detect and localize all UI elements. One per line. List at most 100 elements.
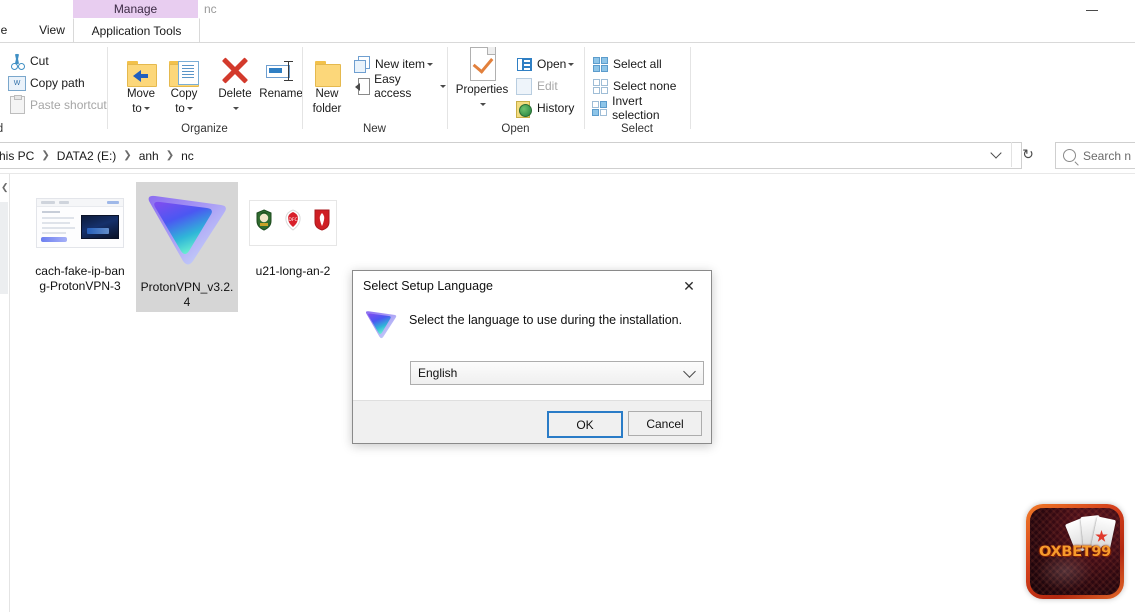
navigation-pane[interactable]: ❮	[0, 174, 10, 612]
ribbon-group-clipboard-label: d	[0, 123, 100, 135]
ribbon-group-new-label: New	[362, 123, 386, 135]
ribbon-group-organize: Move to Copy to Delete Rename Organize	[108, 43, 303, 137]
tab-application-tools-label: Application Tools	[91, 24, 182, 38]
easy-access-label: Easy access	[374, 72, 412, 100]
chevron-down-icon	[233, 107, 239, 111]
ribbon-group-clipboard: Cut W Copy path Paste shortcut d	[0, 43, 116, 137]
history-icon	[515, 99, 533, 118]
open-button[interactable]: Open	[515, 54, 575, 74]
breadcrumb[interactable]: his PC ❯ DATA2 (E:) ❯ anh ❯ nc	[0, 142, 1022, 169]
ok-button[interactable]: OK	[547, 411, 623, 438]
ribbon: Cut W Copy path Paste shortcut d Move to	[0, 42, 1135, 138]
svg-text:DFC: DFC	[288, 217, 297, 223]
invert-selection-button[interactable]: Invert selection	[591, 94, 689, 122]
search-icon	[1063, 149, 1076, 162]
chevron-down-icon	[186, 107, 193, 111]
address-bar-row: his PC ❯ DATA2 (E:) ❯ anh ❯ nc ↻ Search …	[0, 137, 1135, 173]
refresh-icon: ↻	[1022, 146, 1034, 162]
copy-path-button[interactable]: W Copy path	[8, 73, 85, 93]
oxbet99-watermark-logo: OXBET99	[1026, 504, 1124, 599]
easy-access-button[interactable]: Easy access	[353, 72, 446, 100]
history-button[interactable]: History	[515, 98, 574, 118]
refresh-button[interactable]: ↻	[1011, 142, 1044, 167]
invert-selection-label: Invert selection	[612, 94, 660, 122]
cut-label: Cut	[30, 54, 49, 68]
language-select[interactable]: English	[410, 361, 704, 385]
open-icon	[515, 55, 533, 73]
edit-button[interactable]: Edit	[515, 76, 558, 96]
window-title-path: nc	[204, 0, 217, 18]
ribbon-group-open: Properties Open Edit History Open	[448, 43, 583, 137]
copy-to-label: Copy	[170, 88, 198, 100]
new-folder-icon	[299, 49, 355, 87]
breadcrumb-chevron-icon: ❯	[123, 150, 132, 161]
chevron-down-icon	[568, 62, 575, 66]
select-none-icon	[591, 77, 609, 95]
window-title-path-label: nc	[204, 2, 217, 16]
file-name-line-1: u21-long-an-2	[255, 264, 331, 278]
paste-shortcut-icon	[8, 95, 26, 114]
file-tile-protonvpn[interactable]: ProtonVPN_v3.2. 4	[136, 182, 238, 312]
properties-button[interactable]: Properties	[451, 47, 513, 111]
tab-file[interactable]: e	[0, 18, 16, 42]
breadcrumb-chevron-icon: ❯	[165, 150, 175, 161]
nav-pane-highlight	[0, 202, 8, 294]
select-all-icon	[591, 55, 609, 73]
file-tile-u21-long-an[interactable]: DFC u21-long-an-2	[242, 182, 344, 279]
file-name-line-2: 4	[183, 295, 191, 309]
language-select-value: English	[418, 366, 458, 380]
breadcrumb-item-this-pc[interactable]: his PC	[0, 149, 34, 163]
copy-path-icon: W	[8, 74, 26, 92]
copy-path-label: Copy path	[30, 76, 85, 90]
address-history-dropdown-button[interactable]	[980, 142, 1011, 167]
select-none-button[interactable]: Select none	[591, 76, 676, 96]
oxbet99-brand-text: OXBET99	[1039, 544, 1111, 560]
ribbon-group-organize-label: Organize	[181, 123, 228, 135]
dialog-title-bar[interactable]: Select Setup Language ✕	[353, 271, 711, 301]
breadcrumb-chevron-icon: ❯	[41, 150, 50, 161]
select-all-label: Select all	[613, 57, 662, 71]
new-item-icon	[353, 55, 371, 73]
breadcrumb-item-anh[interactable]: anh	[139, 149, 159, 163]
chevron-down-icon	[427, 62, 434, 66]
close-icon[interactable]: ✕	[667, 271, 711, 301]
nav-pane-chevron-icon: ❮	[1, 182, 9, 192]
dialog-body: Select the language to use during the in…	[353, 301, 711, 411]
minimize-button[interactable]	[1077, 0, 1107, 16]
three-club-crests-icon: DFC	[249, 200, 337, 246]
ok-button-label: OK	[576, 417, 594, 432]
scissors-icon	[8, 52, 26, 70]
new-item-button[interactable]: New item	[353, 54, 434, 74]
cut-button[interactable]: Cut	[8, 51, 49, 71]
search-input[interactable]: Search n	[1055, 142, 1135, 169]
delete-label: Delete	[218, 88, 252, 100]
tab-view[interactable]: View	[28, 18, 76, 42]
file-thumbnail	[136, 182, 238, 280]
ribbon-group-select-label: Select	[621, 123, 653, 135]
chevron-down-icon	[480, 103, 486, 107]
crest-2: DFC	[283, 209, 303, 239]
cancel-button-label: Cancel	[646, 416, 684, 431]
file-name-line-2: g-ProtonVPN-3	[39, 279, 121, 293]
rename-label: Rename	[259, 88, 303, 100]
webpage-screenshot-icon	[36, 198, 124, 248]
breadcrumb-item-data2[interactable]: DATA2 (E:)	[57, 149, 117, 163]
cancel-button[interactable]: Cancel	[628, 411, 702, 436]
tab-application-tools[interactable]: Application Tools	[73, 18, 200, 43]
paste-shortcut-button[interactable]: Paste shortcut	[8, 95, 107, 115]
file-thumbnail: DFC	[242, 182, 344, 264]
breadcrumb-item-nc[interactable]: nc	[181, 149, 194, 163]
edit-icon	[515, 77, 533, 95]
ribbon-tab-strip: Manage e View Application Tools nc	[0, 0, 1135, 43]
contextual-tab-group-manage[interactable]: Manage	[73, 0, 198, 18]
copy-to-button[interactable]: Copy to	[156, 49, 212, 115]
chevron-down-icon	[989, 147, 1002, 159]
new-folder-label: New	[315, 88, 339, 100]
copy-to-icon	[156, 49, 212, 87]
move-to-label: Move	[126, 88, 156, 100]
history-label: History	[537, 101, 575, 115]
file-tile-cach-fake-ip[interactable]: cach-fake-ip-ban g-ProtonVPN-3	[29, 182, 131, 294]
dialog-message: Select the language to use during the in…	[409, 313, 683, 327]
new-folder-button[interactable]: New folder	[299, 49, 355, 115]
select-all-button[interactable]: Select all	[591, 54, 662, 74]
